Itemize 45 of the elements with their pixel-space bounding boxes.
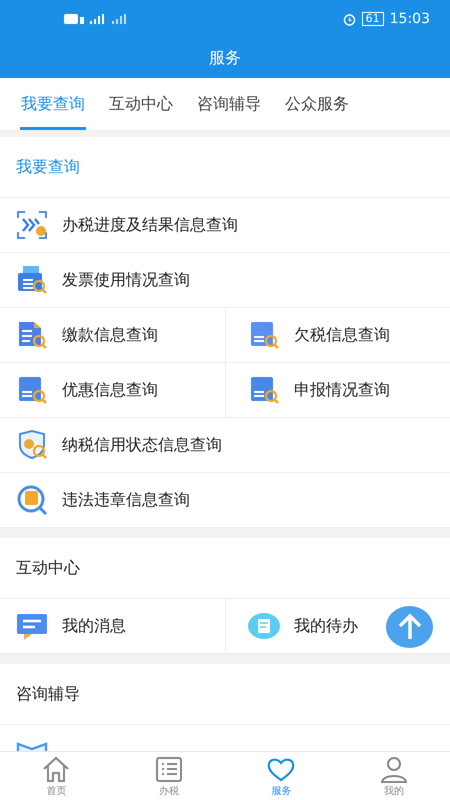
item-label: 违法违章信息查询 [62,490,190,510]
menu-item[interactable]: 违法违章信息查询 [0,473,450,527]
home-icon [41,754,72,782]
arrows-scan-icon [16,209,48,241]
printer-search-icon [16,264,48,296]
menu-item[interactable]: 申报情况查询 [225,363,450,417]
menu-item[interactable]: 发票使用情况查询 [0,253,450,307]
menu-item[interactable]: 欠税信息查询 [225,308,450,362]
person-icon [378,754,409,782]
item-label: 发票使用情况查询 [62,270,190,290]
menu-item[interactable]: 优惠信息查询 [0,363,225,417]
item-label: 我的消息 [62,616,126,636]
document-search-icon [248,319,280,351]
clock-time: 15:03 [390,11,430,27]
alarm-icon [342,12,356,26]
nav-item[interactable]: 首页 [0,752,112,800]
menu-item[interactable]: 办税进度及结果信息查询 [0,198,450,252]
document-search-icon [16,374,48,406]
menu-item[interactable]: 缴款信息查询 [0,308,225,362]
badge-search-icon [16,484,48,516]
item-label: 我的待办 [294,616,358,636]
section-heading: 我要查询 [16,156,80,178]
document-search-icon [248,374,280,406]
item-label: 纳税信用状态信息查询 [62,434,222,456]
document-search-icon [16,319,48,351]
nav-item[interactable]: 办税 [112,752,225,800]
item-label: 申报情况查询 [294,380,390,400]
list-icon [154,754,184,782]
item-label: 缴款信息查询 [62,324,158,346]
shield-search-icon [16,429,48,461]
clipboard-icon [248,610,280,642]
item-label: 办税进度及结果信息查询 [62,214,238,236]
item-label: 优惠信息查询 [62,380,158,400]
arrow-up-icon [396,613,422,641]
tab[interactable]: 公众服务 [284,78,350,130]
menu-item[interactable]: 我的消息 [0,599,225,653]
section-heading: 互动中心 [16,558,80,578]
item-label: 欠税信息查询 [294,324,390,346]
menu-item[interactable]: 纳税信用状态信息查询 [0,418,450,472]
battery-level: 61 [362,12,384,26]
tab[interactable]: 互动中心 [108,78,174,130]
nav-item[interactable]: 我的 [338,752,450,800]
tab[interactable]: 咨询辅导 [196,78,262,130]
page-title: 服务 [209,48,241,68]
section-heading: 咨询辅导 [16,684,80,704]
